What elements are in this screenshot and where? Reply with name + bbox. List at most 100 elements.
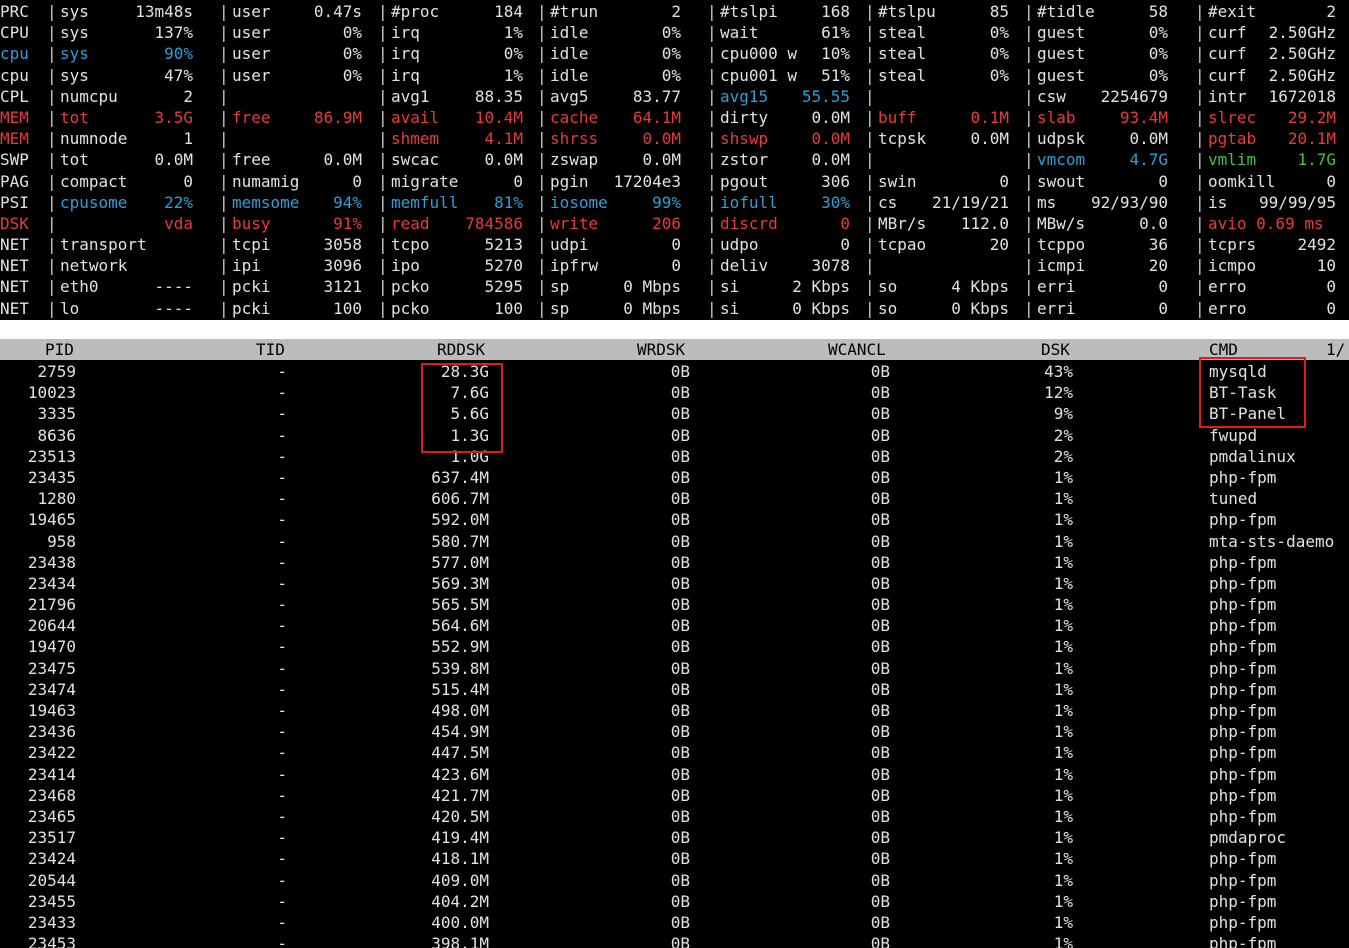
stat-cell: memsome 94% [232,192,362,213]
stat-key: avg5 [550,86,589,106]
process-row[interactable]: 8636-1.3G 0B 0B 2% fwupd [0,425,1349,446]
stat-value: 100 [333,298,362,318]
process-row[interactable]: 23465 - 420.5M 0B 0B 1% php-fpm [0,806,1349,827]
process-rddsk: 419.4M [431,828,489,848]
process-row[interactable]: 23436 - 454.9M 0B 0B 1% php-fpm [0,721,1349,742]
process-tid: - [277,595,287,615]
stat-cell: migrate 0 [391,171,523,192]
stat-key: tcppo [1037,235,1086,255]
column-separator: | [1195,107,1205,127]
stat-value: 0.0M [811,107,850,127]
stat-key: pgtab [1208,129,1257,149]
stat-cell: irq 0% [391,43,523,64]
stat-cell: free 0.0M [232,149,362,170]
stat-cell: MBr/s 112.0 [878,213,1009,234]
stat-key: erri [1037,277,1076,297]
column-separator: | [1024,256,1034,276]
stat-value: 0% [989,44,1009,64]
process-row[interactable]: 23414 - 423.6M 0B 0B 1% php-fpm [0,764,1349,785]
process-tid: - [277,467,287,487]
stat-value: 0 Mbps [623,298,681,318]
column-separator: | [537,129,547,149]
process-row[interactable]: 23517 - 419.4M 0B 0B 1% pmdaproc [0,827,1349,848]
stat-row-label: PAG [0,171,29,191]
stat-value: 0% [503,44,523,64]
column-separator: | [1195,256,1205,276]
process-row[interactable]: 23453 - 398.1M 0B 0B 1% php-fpm [0,933,1349,948]
stat-cell: tot 3.5G [60,107,193,128]
process-wrdsk: 0B [670,595,690,615]
process-dsk: 1% [1053,849,1073,869]
process-wrdsk: 0B [670,446,690,466]
process-row[interactable]: 23513-1.0G 0B 0B 2% pmdalinux [0,446,1349,467]
process-row[interactable]: 23424 - 418.1M 0B 0B 1% php-fpm [0,848,1349,869]
stat-key: steal [878,44,927,64]
process-row[interactable]: 23433 - 400.0M 0B 0B 1% php-fpm [0,912,1349,933]
process-row[interactable]: 19463 - 498.0M 0B 0B 1% php-fpm [0,700,1349,721]
process-dsk: 1% [1053,764,1073,784]
process-list[interactable]: 2759-28.3G 0B 0B 43% mysqld 10023-7.6G 0B 0B 12%… [0,361,1349,948]
process-dsk: 1% [1053,637,1073,657]
column-separator: | [537,44,547,64]
stat-value: 0 [1158,298,1168,318]
column-separator: | [865,2,875,21]
process-row[interactable]: 23455 - 404.2M 0B 0B 1% php-fpm [0,891,1349,912]
process-row[interactable]: 1280 - 606.7M 0B 0B 1% tuned [0,488,1349,509]
stat-key: numnode [60,129,128,149]
stat-value: ---- [154,298,193,318]
process-dsk: 1% [1053,701,1073,720]
stat-row-label: NET [0,277,29,297]
process-row[interactable]: 20544 - 409.0M 0B 0B 1% php-fpm [0,870,1349,891]
stat-value: 0 Mbps [623,277,681,297]
stat-value: 0.1M [970,107,1009,127]
stat-key: write [550,213,599,233]
stat-value: 1672018 [1268,86,1336,106]
process-dsk: 1% [1053,489,1073,509]
process-rddsk: 552.9M [431,637,489,657]
stat-cell: tcpsk 0.0M [878,128,1009,149]
stat-value: 2254679 [1100,86,1168,106]
stat-cell: tcprs 2492 [1208,234,1336,255]
process-pid: 23513 [27,446,76,466]
column-separator: | [1195,150,1205,170]
column-separator: | [537,65,547,85]
stat-value: 88.35 [474,86,523,106]
process-row[interactable]: 19465 - 592.0M 0B 0B 1% php-fpm [0,509,1349,530]
column-separator: | [865,298,875,318]
stat-value: 10.4M [474,107,523,127]
process-row[interactable]: 21796 - 565.5M 0B 0B 1% php-fpm [0,594,1349,615]
stat-cell: cs 21/19/21 [878,192,1009,213]
process-row[interactable]: 3335-5.6G 0B 0B 9% BT-Panel [0,403,1349,424]
stat-row-label: PRC [0,2,29,21]
column-separator: | [707,44,717,64]
stat-cell: wait 61% [720,22,850,43]
process-row[interactable]: 20644 - 564.6M 0B 0B 1% php-fpm [0,615,1349,636]
stat-key: #tidle [1037,2,1095,21]
process-row[interactable]: 19470 - 552.9M 0B 0B 1% php-fpm [0,636,1349,657]
process-row[interactable]: 23438 - 577.0M 0B 0B 1% php-fpm [0,552,1349,573]
stat-cell: iosome 99% [550,192,681,213]
stat-cell: steal 0% [878,43,1009,64]
process-rddsk: 423.6M [431,764,489,784]
process-row[interactable]: 958 - 580.7M 0B 0B 1% mta-sts-daemo [0,531,1349,552]
column-separator: | [47,86,57,106]
process-row[interactable]: 23474 - 515.4M 0B 0B 1% php-fpm [0,679,1349,700]
process-rddsk: 498.0M [431,701,489,720]
stat-cell: swout 0 [1037,171,1168,192]
process-row[interactable]: 23422 - 447.5M 0B 0B 1% php-fpm [0,742,1349,763]
column-separator: | [707,192,717,212]
stat-value: 306 [821,171,850,191]
process-row[interactable]: 23468 - 421.7M 0B 0B 1% php-fpm [0,785,1349,806]
stat-row-label: PSI [0,192,29,212]
process-row[interactable]: 2759-28.3G 0B 0B 43% mysqld [0,361,1349,382]
stat-cell: ipo 5270 [391,255,523,276]
process-wrdsk: 0B [670,679,690,699]
process-row[interactable]: 23475 - 539.8M 0B 0B 1% php-fpm [0,658,1349,679]
process-tid: - [277,446,287,466]
stat-key: MBw/s [1037,213,1086,233]
stat-cell: icmpo 10 [1208,255,1336,276]
process-row[interactable]: 10023-7.6G 0B 0B 12% BT-Task [0,382,1349,403]
process-row[interactable]: 23434 - 569.3M 0B 0B 1% php-fpm [0,573,1349,594]
process-row[interactable]: 23435 - 637.4M 0B 0B 1% php-fpm [0,467,1349,488]
column-separator: | [537,107,547,127]
